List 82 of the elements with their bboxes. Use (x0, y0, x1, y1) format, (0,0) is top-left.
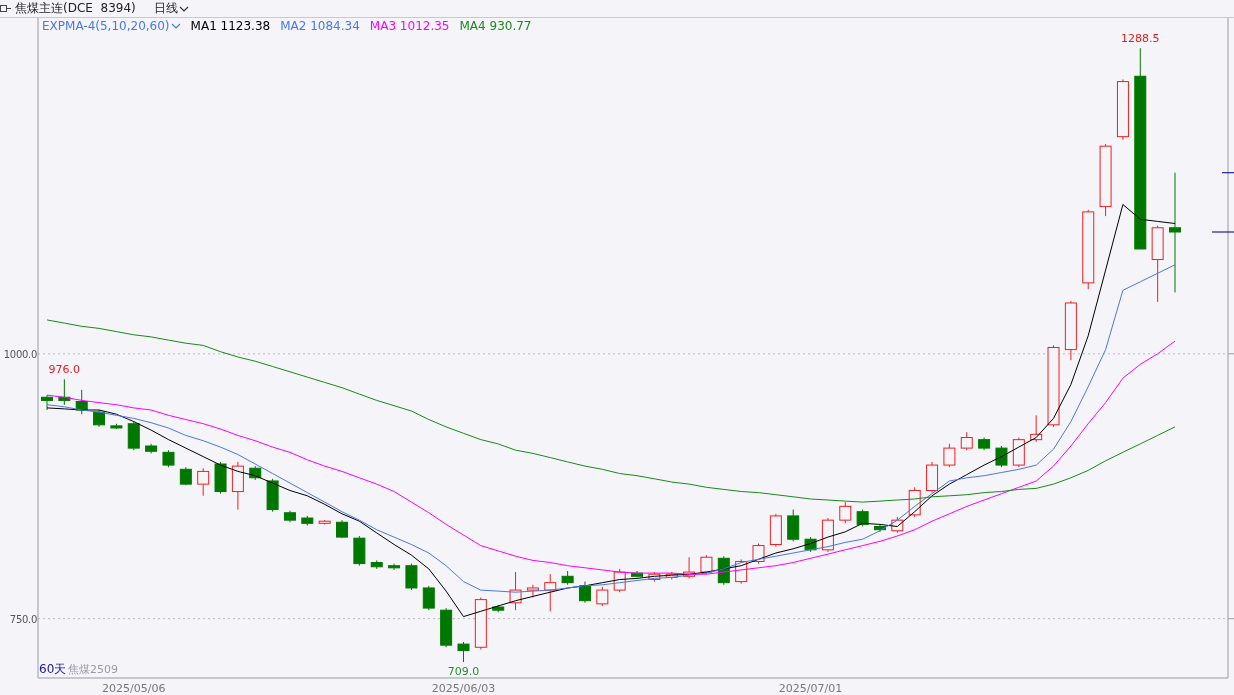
candlestick (110, 423, 123, 430)
candlestick (804, 536, 817, 553)
candlestick (943, 443, 956, 468)
candlestick (960, 431, 973, 451)
candlestick (301, 515, 314, 526)
axis-label: 750.0 (9, 613, 37, 625)
axis-label: 1000.0 (3, 348, 37, 360)
candlestick (145, 443, 158, 454)
candlestick (908, 486, 921, 518)
indicator-selector[interactable]: EXPMA-4(5,10,20,60) (42, 19, 181, 33)
candlestick (440, 607, 453, 648)
candlestick (370, 559, 383, 570)
candlestick (1012, 437, 1025, 468)
candlestick (231, 461, 244, 511)
candlestick (353, 535, 366, 567)
candlestick (544, 573, 557, 612)
date-label: 2025/06/03 (431, 682, 496, 695)
candlestick (492, 604, 505, 613)
candlestick (58, 378, 71, 406)
candlestick (474, 597, 487, 650)
candlestick (162, 449, 175, 468)
candlestick (405, 563, 418, 591)
candlestick (769, 513, 782, 548)
candlestick (995, 445, 1008, 468)
candlestick (717, 555, 730, 586)
candlestick (422, 585, 435, 611)
period-selector[interactable]: 日线 (153, 0, 189, 17)
plug-icon (0, 4, 11, 13)
candlestick (93, 409, 106, 428)
date-label: 2025/07/01 (778, 682, 843, 695)
candlestick (978, 437, 991, 451)
candlestick (856, 509, 869, 527)
candlestick (926, 461, 939, 494)
candlestick (1116, 78, 1129, 141)
candlestick (388, 563, 401, 571)
candlestick (839, 501, 852, 524)
candlestick (318, 519, 331, 525)
candlestick (648, 571, 661, 583)
price-marker (1211, 231, 1234, 233)
price-marker (1221, 172, 1234, 174)
candlestick (41, 394, 53, 411)
indicator-value: MA4 930.77 (459, 19, 532, 33)
candlestick (683, 556, 696, 579)
candlestick (700, 554, 713, 575)
candlestick (249, 465, 262, 481)
candlestick (665, 571, 678, 580)
price-label: 976.0 (48, 363, 81, 377)
candlestick (787, 509, 800, 542)
candlestick (631, 570, 644, 578)
candlestick (526, 584, 539, 598)
candlestick (821, 517, 834, 553)
candlestick (75, 389, 88, 415)
chevron-icon (178, 4, 189, 13)
chevron-icon (170, 22, 181, 30)
price-label: 1288.5 (1121, 32, 1160, 46)
contract-label: 焦煤2509 (68, 663, 118, 676)
candlestick (735, 558, 748, 585)
candlestick (578, 581, 591, 604)
candlestick (613, 568, 626, 593)
indicator-value: MA3 1012.35 (369, 19, 450, 33)
symbol-title: 焦煤主连(DCE 8394) (15, 0, 136, 17)
candlestick (336, 519, 348, 539)
candlestick (509, 571, 522, 611)
period-label: 60天 (39, 662, 67, 676)
candlestick (1030, 414, 1043, 443)
candlestick (596, 586, 609, 607)
candlestick (283, 510, 296, 523)
candlestick (179, 466, 192, 486)
date-label: 2025/05/06 (102, 682, 166, 695)
indicator-value: MA1 1123.38 (190, 19, 271, 33)
candlestick (891, 516, 904, 534)
candlestick (127, 421, 140, 451)
candlestick (752, 542, 765, 565)
candlestick (457, 641, 470, 663)
price-label: 709.0 (447, 665, 480, 679)
candlestick (561, 570, 574, 586)
candlestick (874, 523, 886, 533)
candlestick (266, 478, 279, 513)
candlestick (197, 467, 210, 497)
candlestick (214, 461, 227, 495)
indicator-value: MA2 1084.34 (280, 19, 360, 33)
candlestick (1064, 300, 1077, 361)
